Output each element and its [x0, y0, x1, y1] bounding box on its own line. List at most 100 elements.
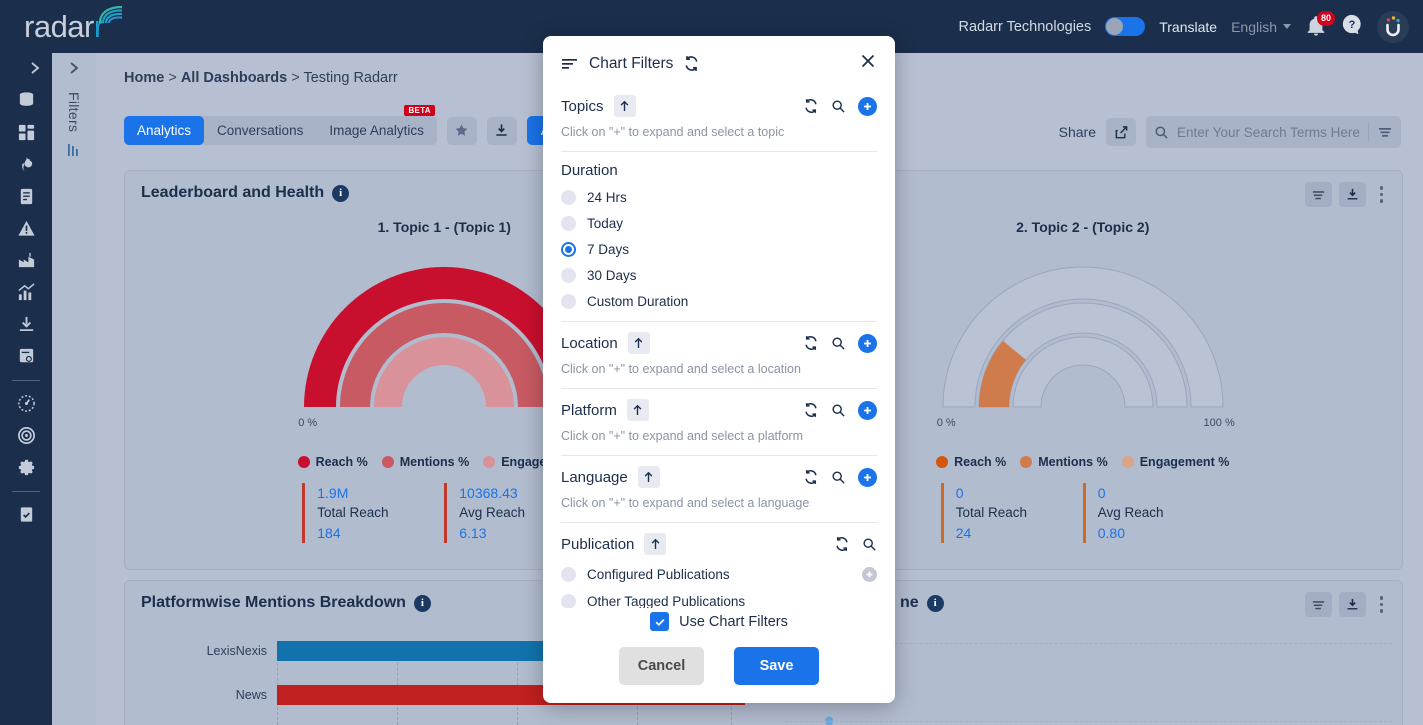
tab-conversations[interactable]: Conversations — [204, 116, 316, 145]
search-icon[interactable] — [831, 403, 846, 418]
close-icon[interactable] — [859, 52, 877, 75]
duration-option-custom[interactable]: Custom Duration — [561, 294, 877, 309]
filter-section-topics: Topics Click on "+" to expand and select… — [561, 85, 877, 152]
refresh-icon[interactable] — [834, 536, 850, 552]
save-button[interactable]: Save — [734, 647, 819, 685]
legend-dot-reach — [936, 456, 949, 468]
radarr-logo[interactable]: radarr — [24, 5, 122, 45]
panel-download-button[interactable] — [1338, 592, 1366, 617]
section-actions — [803, 96, 877, 116]
refresh-icon[interactable] — [803, 335, 819, 351]
search-icon[interactable] — [831, 470, 846, 485]
option-label: 24 Hrs — [587, 190, 627, 205]
sidebar-item-target[interactable] — [11, 420, 41, 450]
tab-image-analytics[interactable]: BETA Image Analytics — [316, 105, 437, 145]
download-button[interactable] — [486, 116, 517, 145]
search-divider — [1368, 122, 1369, 142]
panel-kebab-menu[interactable] — [1373, 596, 1391, 613]
dialog-header: Chart Filters — [543, 36, 895, 85]
search-icon[interactable] — [831, 336, 846, 351]
search-input[interactable] — [1177, 124, 1360, 140]
radio-button[interactable] — [561, 216, 576, 231]
refresh-icon[interactable] — [803, 402, 819, 418]
radio-button[interactable] — [561, 567, 576, 582]
radio-button[interactable] — [561, 190, 576, 205]
help-button[interactable]: ? — [1341, 13, 1363, 40]
duration-option-today[interactable]: Today — [561, 216, 877, 231]
sidebar-item-downloads[interactable] — [11, 309, 41, 339]
info-icon[interactable]: i — [332, 184, 350, 202]
panel-kebab-menu[interactable] — [1373, 186, 1391, 203]
cancel-button[interactable]: Cancel — [619, 647, 704, 685]
info-icon[interactable]: i — [926, 594, 944, 612]
filter-lines-icon[interactable] — [1377, 124, 1393, 140]
filter-bars-icon[interactable] — [66, 142, 82, 163]
sidebar-item-speedometer[interactable] — [11, 388, 41, 418]
use-chart-filters-checkbox[interactable] — [650, 612, 670, 631]
dialog-title: Chart Filters — [589, 54, 674, 72]
add-language-button[interactable] — [858, 467, 877, 487]
avatar[interactable] — [1377, 10, 1409, 43]
sidebar-item-archive-search[interactable] — [11, 341, 41, 371]
collapse-toggle-platform[interactable] — [626, 399, 649, 421]
rail-divider-1 — [12, 380, 40, 381]
share-button[interactable] — [1106, 118, 1136, 146]
tab-analytics[interactable]: Analytics — [124, 116, 205, 145]
panel-download-button[interactable] — [1338, 182, 1366, 207]
collapse-toggle-topics[interactable] — [613, 95, 636, 117]
breadcrumb-home[interactable]: Home — [124, 70, 164, 86]
collapse-toggle-publication[interactable] — [644, 533, 667, 555]
collapse-toggle-location[interactable] — [627, 332, 650, 354]
duration-option-7days[interactable]: 7 Days — [561, 242, 877, 257]
sidebar-item-dashboard[interactable] — [11, 117, 41, 147]
sidebar-item-settings[interactable] — [11, 452, 41, 482]
collapse-toggle-language[interactable] — [637, 466, 660, 488]
tab-conversations-label: Conversations — [217, 123, 304, 138]
search-icon — [1155, 126, 1168, 139]
duration-option-30days[interactable]: 30 Days — [561, 268, 877, 283]
panel-filter-button[interactable] — [1304, 592, 1332, 617]
duration-option-24hrs[interactable]: 24 Hrs — [561, 190, 877, 205]
sidebar-item-trending-flame[interactable] — [11, 149, 41, 179]
sidebar-item-alerts[interactable] — [11, 213, 41, 243]
radio-button[interactable] — [561, 594, 576, 608]
radio-button[interactable] — [561, 294, 576, 309]
add-location-button[interactable] — [858, 333, 877, 353]
refresh-icon[interactable] — [683, 55, 700, 72]
favorite-button[interactable] — [446, 116, 477, 145]
search-icon[interactable] — [831, 99, 846, 114]
breadcrumb-all-dashboards[interactable]: All Dashboards — [181, 70, 287, 86]
stat-total-reach: 0 Total Reach 24 — [940, 483, 1083, 543]
filters-label[interactable]: Filters — [66, 92, 82, 132]
use-chart-filters-row[interactable]: Use Chart Filters — [561, 612, 877, 631]
legend-dot-reach — [297, 456, 310, 468]
refresh-icon[interactable] — [803, 98, 819, 114]
radio-button-selected[interactable] — [561, 242, 576, 257]
section-title: Platform — [561, 401, 617, 419]
add-platform-button[interactable] — [858, 400, 877, 420]
panel-filter-button[interactable] — [1304, 182, 1332, 207]
rail-expand-button[interactable] — [0, 61, 52, 75]
notifications-button[interactable]: 80 — [1305, 10, 1335, 39]
search-icon[interactable] — [862, 537, 877, 552]
publication-option-configured[interactable]: Configured Publications — [561, 567, 877, 582]
add-topic-button[interactable] — [858, 96, 877, 116]
sidebar-item-compliance[interactable] — [11, 499, 41, 529]
publication-option-other-tagged[interactable]: Other Tagged Publications — [561, 594, 877, 608]
add-configured-publication-button[interactable] — [862, 567, 877, 582]
sidebar-item-analytics[interactable] — [11, 277, 41, 307]
refresh-icon[interactable] — [803, 469, 819, 485]
sidebar-item-documents[interactable] — [11, 181, 41, 211]
bar-row: Twitter 39 — [185, 717, 745, 725]
sidebar-item-database[interactable] — [11, 85, 41, 115]
section-header: Platform — [561, 399, 877, 421]
radio-button[interactable] — [561, 268, 576, 283]
info-icon[interactable]: i — [413, 594, 431, 612]
translate-toggle[interactable] — [1105, 17, 1146, 36]
section-hint: Click on "+" to expand and select a lang… — [561, 496, 810, 510]
sidebar-item-industry[interactable] — [11, 245, 41, 275]
notification-badge: 80 — [1317, 10, 1335, 26]
search-box[interactable] — [1146, 116, 1401, 148]
language-selector[interactable]: English — [1231, 19, 1291, 35]
filters-expand-button[interactable] — [67, 61, 81, 80]
